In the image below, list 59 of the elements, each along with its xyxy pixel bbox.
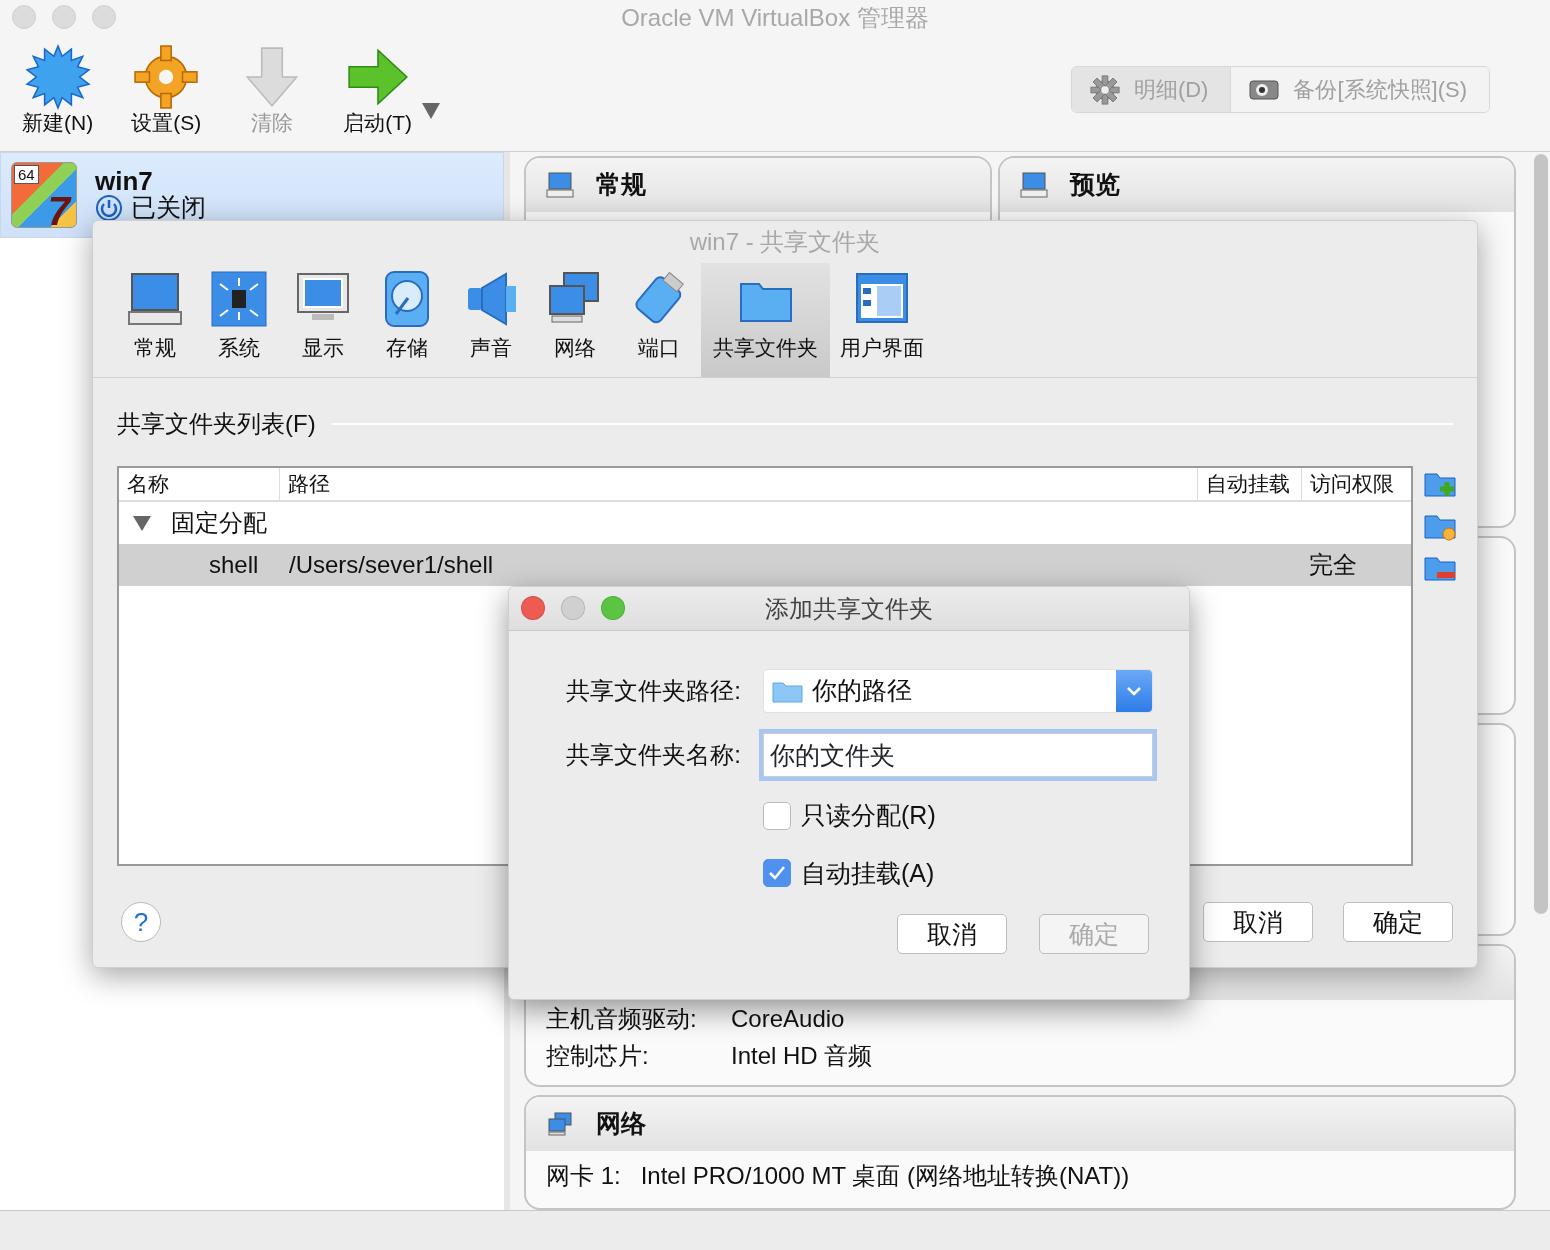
power-icon <box>95 194 123 222</box>
toolbar-button[interactable]: 新建(N) <box>22 44 94 136</box>
vm-name: win7 <box>95 168 154 194</box>
checkbox[interactable] <box>763 801 791 830</box>
settings-tab[interactable]: 系统 <box>197 263 281 377</box>
panel-title: 网络 <box>596 1107 646 1139</box>
section-title: 共享文件夹列表(F) <box>117 409 316 439</box>
field-label: 主机音频驱动: <box>546 1004 698 1035</box>
field-label: 共享文件夹名称: <box>565 740 742 770</box>
chevron-down-icon[interactable] <box>1126 686 1142 696</box>
checkmark-icon <box>768 865 786 882</box>
field-value: Intel HD 音频 <box>731 1041 873 1072</box>
network-icon <box>546 1109 574 1138</box>
path-dropdown[interactable]: 你的路径 <box>763 669 1153 713</box>
scrollbar-thumb[interactable] <box>1534 154 1548 914</box>
dialog-title: 添加共享文件夹 <box>765 593 933 624</box>
camera-icon <box>1249 78 1280 101</box>
settings-tab[interactable]: 常规 <box>113 263 197 377</box>
checkbox[interactable] <box>763 859 791 888</box>
help-button[interactable]: ? <box>121 902 161 942</box>
column-header[interactable]: 自动挂载 <box>1197 468 1301 500</box>
chip-icon <box>210 269 268 328</box>
column-header[interactable]: 名称 <box>119 468 279 500</box>
settings-tab[interactable]: 端口 <box>617 263 701 377</box>
field-value: Intel PRO/1000 MT 桌面 (网络地址转换(NAT)) <box>640 1160 1130 1191</box>
os-badge: 64 <box>14 165 39 184</box>
dialog-button[interactable]: 取消 <box>1203 902 1313 942</box>
settings-tab[interactable]: 存储 <box>365 263 449 377</box>
field-label: 共享文件夹路径: <box>565 676 742 706</box>
column-header[interactable]: 访问权限 <box>1301 468 1411 500</box>
table-cell-text: /Users/sever1/shell <box>288 550 495 580</box>
gear-icon <box>133 44 200 110</box>
table-row[interactable]: shell /Users/sever1/shell 完全 <box>119 544 1411 586</box>
starburst-icon <box>24 44 91 110</box>
checkbox-label: 自动挂载(A) <box>801 857 935 889</box>
table-cell-text: 完全 <box>1308 550 1358 580</box>
toolbar-button[interactable]: 设置(S) <box>131 44 202 136</box>
settings-tab[interactable]: 声音 <box>449 263 533 377</box>
table-cell-text: shell <box>208 550 260 580</box>
settings-tab[interactable]: 网络 <box>533 263 617 377</box>
settings-tab[interactable]: 用户界面 <box>830 263 934 377</box>
field-value: CoreAudio <box>731 1004 845 1035</box>
dialog-button[interactable]: 取消 <box>897 914 1007 954</box>
window-title: Oracle VM VirtualBox 管理器 <box>621 3 929 33</box>
vm-state: 已关闭 <box>131 194 206 222</box>
dialog-button[interactable]: 确定 <box>1343 902 1453 942</box>
dialog-title: win7 - 共享文件夹 <box>688 227 882 257</box>
field-label: 网卡 1: <box>546 1160 621 1191</box>
panel-title: 预览 <box>1070 169 1120 201</box>
checkbox-label: 只读分配(R) <box>801 800 936 831</box>
computer-icon <box>1020 171 1048 199</box>
computer-icon <box>546 171 574 199</box>
toolbar-button[interactable]: 启动(T) <box>343 44 412 136</box>
column-header[interactable]: 路径 <box>279 468 1197 500</box>
panel-title: 常规 <box>596 169 646 201</box>
gear-icon <box>1089 74 1120 105</box>
field-label: 控制芯片: <box>546 1041 650 1072</box>
settings-tab[interactable]: 显示 <box>281 263 365 377</box>
settings-tab[interactable]: 共享文件夹 <box>701 263 830 377</box>
